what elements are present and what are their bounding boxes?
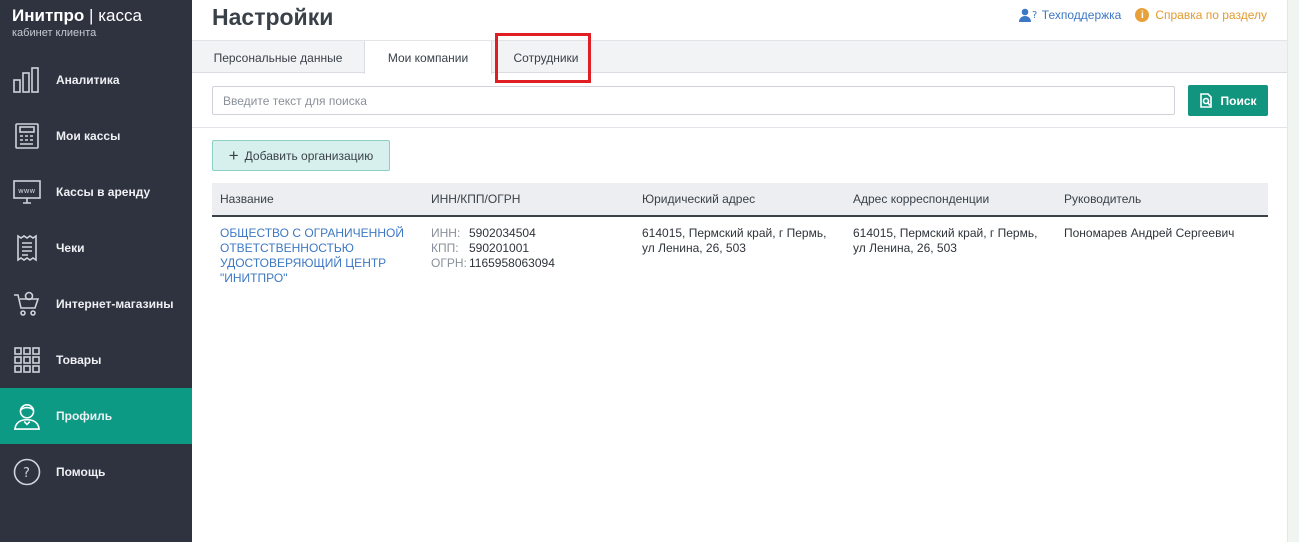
monitor-www-icon: www [13, 178, 41, 206]
table-row[interactable]: ОБЩЕСТВО С ОГРАНИЧЕННОЙ ОТВЕТСТВЕННОСТЬЮ… [212, 226, 1268, 296]
svg-text:www: www [18, 187, 35, 195]
header-links: ? Техподдержка i Справка по разделу [1018, 8, 1267, 22]
director-name: Пономарев Андрей Сергеевич [1064, 226, 1235, 240]
sidebar-item-label: Чеки [56, 241, 85, 255]
sidebar-item-help[interactable]: ? Помощь [0, 444, 192, 500]
sidebar-item-receipts[interactable]: Чеки [0, 220, 192, 276]
sidebar-item-rent-cash[interactable]: www Кассы в аренду [0, 164, 192, 220]
company-name-link[interactable]: ОБЩЕСТВО С ОГРАНИЧЕННОЙ ОТВЕТСТВЕННОСТЬЮ… [220, 226, 410, 286]
ogrn-label: ОГРН: [431, 256, 467, 270]
question-icon: ? [13, 458, 41, 486]
main-content: Настройки ? Техподдержка i Справка по ра… [192, 0, 1287, 542]
tab-label: Персональные данные [213, 50, 343, 65]
right-edge-strip [1287, 0, 1299, 542]
section-help-link[interactable]: i Справка по разделу [1135, 8, 1267, 22]
brand-separator: | [89, 6, 94, 25]
company-ids: ИНН: 5902034504 КПП: 590201001 ОГРН: 116595… [431, 226, 631, 271]
sidebar-item-analytics[interactable]: Аналитика [0, 52, 192, 108]
sidebar-item-label: Мои кассы [56, 129, 121, 143]
column-header-inn[interactable]: ИНН/КПП/ОГРН [431, 183, 520, 215]
column-header-name[interactable]: Название [220, 183, 274, 215]
sidebar-item-goods[interactable]: Товары [0, 332, 192, 388]
user-question-icon: ? [1018, 8, 1039, 22]
svg-text:?: ? [1032, 10, 1037, 21]
info-icon: i [1135, 8, 1150, 22]
inn-label: ИНН: [431, 226, 461, 240]
sidebar-item-profile[interactable]: Профиль [0, 388, 192, 444]
tab-label: Мои компании [387, 50, 469, 65]
sidebar-item-label: Кассы в аренду [56, 185, 151, 199]
sidebar-item-label: Аналитика [56, 73, 120, 87]
plus-icon: + [228, 146, 239, 165]
column-header-legal-address[interactable]: Юридический адрес [642, 183, 755, 215]
help-label: Справка по разделу [1155, 8, 1267, 22]
ogrn-value: 1165958063094 [469, 256, 555, 270]
legal-address: 614015, Пермский край, г Пермь, ул Ленин… [642, 226, 827, 255]
search-button-label: Поиск [1220, 93, 1257, 108]
kpp-value: 590201001 [469, 241, 530, 255]
table-header: Название ИНН/КПП/ОГРН Юридический адрес … [212, 183, 1268, 217]
sidebar-item-e-shops[interactable]: Интернет-магазины [0, 276, 192, 332]
column-header-director[interactable]: Руководитель [1064, 183, 1141, 215]
cash-register-icon [13, 122, 41, 150]
svg-text:?: ? [23, 466, 30, 481]
tab-label: Сотрудники [513, 50, 579, 65]
brand-product: касса [98, 6, 142, 25]
sidebar-item-my-cash[interactable]: Мои кассы [0, 108, 192, 164]
search-input[interactable] [212, 86, 1175, 115]
divider [192, 127, 1287, 128]
user-profile-icon [13, 402, 41, 430]
shopping-cart-icon [13, 290, 41, 318]
sidebar-item-label: Профиль [56, 409, 113, 423]
bar-chart-icon [13, 66, 41, 94]
search-doc-icon [1199, 93, 1213, 108]
kpp-label: КПП: [431, 241, 459, 255]
brand-logo[interactable]: Инитпро | касса [12, 6, 142, 26]
sidebar-item-label: Товары [56, 353, 102, 367]
mail-address: 614015, Пермский край, г Пермь, ул Ленин… [853, 226, 1038, 255]
tabs-bar: Персональные данные Мои компании Сотрудн… [192, 40, 1287, 74]
support-link[interactable]: ? Техподдержка [1018, 8, 1122, 22]
search-button[interactable]: Поиск [1188, 85, 1268, 116]
grid-icon [13, 346, 41, 374]
page-title: Настройки [212, 4, 334, 30]
sidebar-item-label: Помощь [56, 465, 106, 479]
tab-employees[interactable]: Сотрудники [497, 41, 595, 74]
column-header-mail-address[interactable]: Адрес корреспонденции [853, 183, 989, 215]
add-organization-label: Добавить организацию [244, 148, 374, 163]
sidebar-item-label: Интернет-магазины [56, 297, 174, 311]
receipt-icon [13, 234, 41, 262]
sidebar: Инитпро | касса кабинет клиента Аналитик… [0, 0, 192, 542]
add-organization-button[interactable]: + Добавить организацию [212, 140, 390, 171]
inn-value: 5902034504 [469, 226, 536, 240]
tab-my-companies[interactable]: Мои компании [364, 41, 492, 74]
support-label: Техподдержка [1041, 8, 1122, 22]
tab-personal-data[interactable]: Персональные данные [192, 41, 364, 74]
brand-subtitle: кабинет клиента [12, 27, 97, 39]
brand-name: Инитпро [12, 6, 85, 25]
